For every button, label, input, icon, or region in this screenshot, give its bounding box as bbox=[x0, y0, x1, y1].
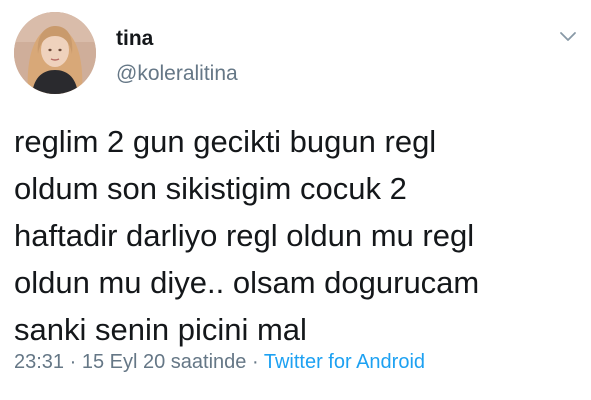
chevron-down-icon bbox=[560, 32, 576, 41]
author-display-name[interactable]: tina bbox=[116, 26, 153, 52]
avatar[interactable] bbox=[14, 12, 96, 94]
tweet-source-link[interactable]: Twitter for Android bbox=[264, 351, 425, 373]
tweet-meta: 23:31 · 15 Eyl 20 saatinde · Twitter for… bbox=[14, 350, 425, 374]
meta-separator: · bbox=[64, 351, 82, 373]
tweet-date[interactable]: 15 Eyl 20 saatinde bbox=[82, 351, 247, 373]
tweet-card: tina @koleralitina reglim 2 gun gecikti … bbox=[0, 0, 591, 400]
tweet-time[interactable]: 23:31 bbox=[14, 351, 64, 373]
author-handle[interactable]: @koleralitina bbox=[116, 61, 238, 87]
avatar-image bbox=[14, 12, 96, 94]
meta-separator: · bbox=[246, 351, 264, 373]
tweet-text: reglim 2 gun gecikti bugun regl oldum so… bbox=[14, 124, 480, 347]
tweet-menu-button[interactable] bbox=[555, 24, 581, 50]
